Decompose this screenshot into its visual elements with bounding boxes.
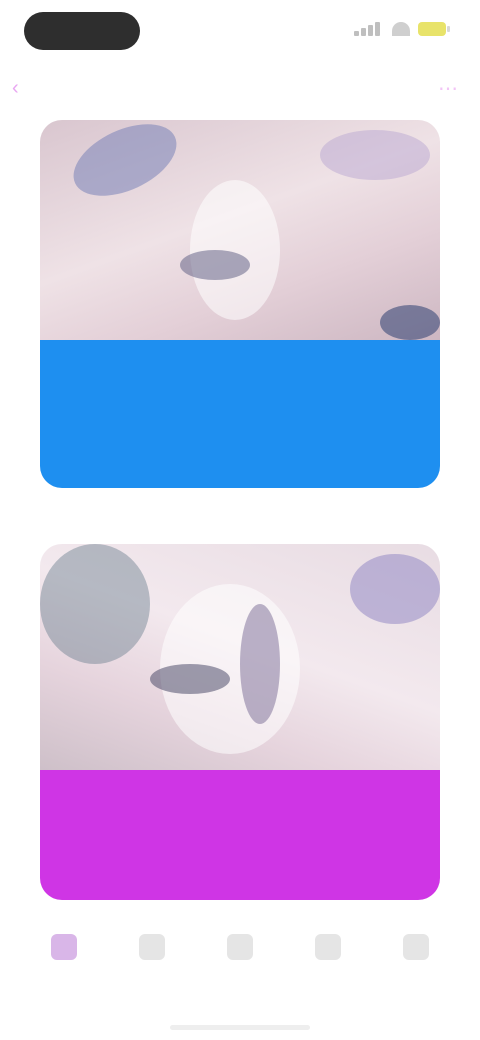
status-icons <box>354 22 450 36</box>
tab-profile[interactable] <box>380 922 452 1002</box>
card-panel-2 <box>40 770 440 900</box>
profile-icon <box>403 934 429 960</box>
tab-home[interactable] <box>28 922 100 1002</box>
card-panel-1 <box>40 340 440 488</box>
plus-icon <box>227 934 253 960</box>
wifi-icon <box>392 22 410 36</box>
card-image-1 <box>40 120 440 340</box>
signal-icon <box>354 22 384 36</box>
status-time <box>24 12 140 50</box>
tab-create[interactable] <box>204 922 276 1002</box>
chat-icon <box>315 934 341 960</box>
home-icon <box>51 934 77 960</box>
tab-messages[interactable] <box>292 922 364 1002</box>
grid-icon <box>139 934 165 960</box>
nav-header: ‹ ⋯ <box>0 68 480 108</box>
battery-icon <box>418 22 450 36</box>
back-button[interactable]: ‹ <box>12 74 25 102</box>
ellipsis-icon: ⋯ <box>438 77 458 100</box>
status-bar <box>0 0 480 64</box>
feature-card-2[interactable] <box>40 544 440 900</box>
tab-bar <box>28 922 452 1002</box>
feature-card-1[interactable] <box>40 120 440 488</box>
chevron-left-icon: ‹ <box>12 77 19 99</box>
tab-explore[interactable] <box>116 922 188 1002</box>
card-image-2 <box>40 544 440 774</box>
home-indicator[interactable] <box>170 1025 310 1030</box>
more-button[interactable]: ⋯ <box>434 74 462 102</box>
